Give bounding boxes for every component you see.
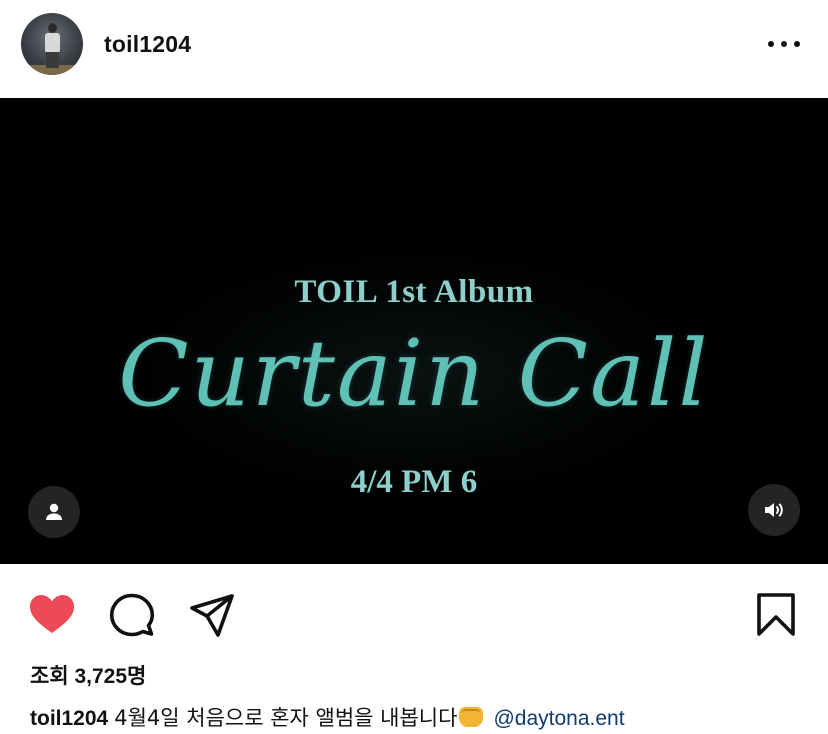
heart-filled-icon	[30, 595, 74, 633]
like-button[interactable]	[28, 591, 76, 639]
avatar-figure-body	[45, 33, 60, 53]
bookmark-icon	[757, 593, 795, 636]
share-button[interactable]	[188, 591, 236, 639]
comment-bubble-icon	[109, 593, 155, 637]
view-count[interactable]: 조회 3,725명	[30, 660, 146, 690]
avatar[interactable]	[21, 13, 83, 75]
video-date-line: 4/4 PM 6	[350, 464, 478, 500]
more-dot	[781, 41, 787, 47]
fist-emoji-icon	[459, 707, 484, 727]
mute-toggle-button[interactable]	[748, 484, 800, 536]
video-album-line: TOIL 1st Album	[294, 274, 534, 310]
video-title-script: Curtain Call	[118, 320, 710, 427]
video-player[interactable]: TOIL 1st Album Curtain Call 4/4 PM 6	[0, 98, 828, 564]
post-actions	[0, 564, 828, 654]
more-dot	[768, 41, 774, 47]
post-username[interactable]: toil1204	[104, 31, 191, 58]
tagged-people-button[interactable]	[28, 486, 80, 538]
caption-mention-link[interactable]: @daytona.ent	[493, 707, 624, 730]
post-header: toil1204	[0, 0, 828, 98]
speaker-volume-icon	[765, 503, 783, 517]
avatar-figure-legs	[46, 52, 59, 68]
save-button[interactable]	[752, 591, 800, 639]
person-tag-icon	[46, 503, 62, 520]
avatar-figure-head	[48, 23, 57, 33]
more-dot	[794, 41, 800, 47]
comment-button[interactable]	[108, 591, 156, 639]
more-options-icon[interactable]	[764, 31, 804, 57]
post-caption: toil1204 4월4일 처음으로 혼자 앨범을 내봅니다 @daytona.en…	[30, 702, 625, 732]
paper-plane-icon	[190, 594, 234, 637]
caption-username[interactable]: toil1204	[30, 707, 108, 730]
caption-text: 4월4일 처음으로 혼자 앨범을 내봅니다	[114, 706, 458, 730]
